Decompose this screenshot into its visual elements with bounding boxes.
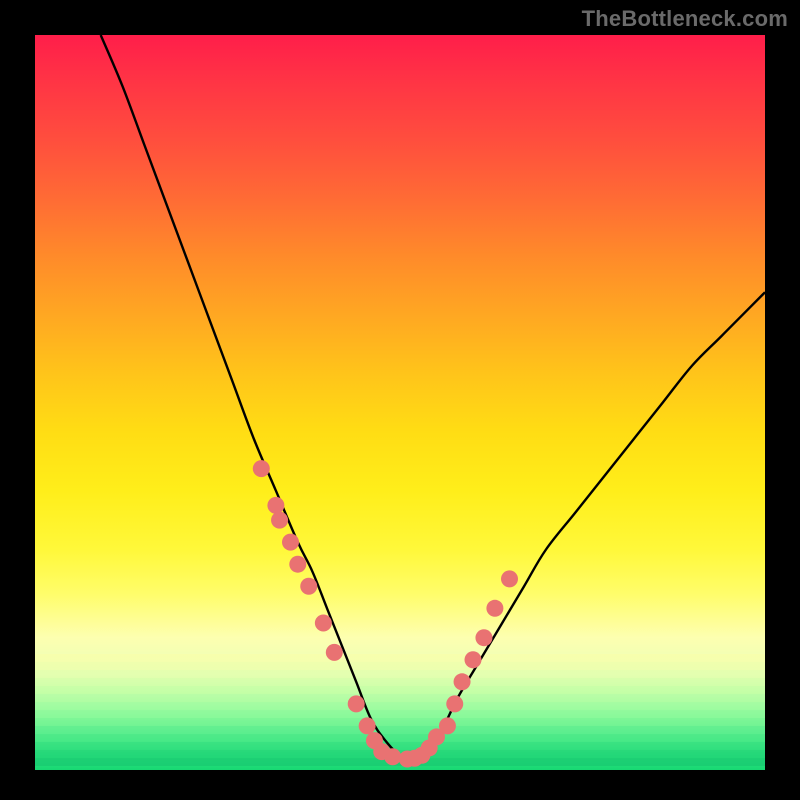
sample-dot bbox=[454, 673, 471, 690]
highlighted-dots bbox=[35, 35, 765, 770]
sample-dot bbox=[326, 644, 343, 661]
sample-dot bbox=[300, 578, 317, 595]
sample-dot bbox=[267, 497, 284, 514]
sample-dot bbox=[486, 600, 503, 617]
sample-dot bbox=[465, 651, 482, 668]
sample-dot bbox=[384, 748, 401, 765]
sample-dot bbox=[282, 534, 299, 551]
sample-dot bbox=[501, 570, 518, 587]
plot-area bbox=[35, 35, 765, 770]
attribution-label: TheBottleneck.com bbox=[582, 6, 788, 32]
dots-group bbox=[253, 460, 518, 767]
sample-dot bbox=[253, 460, 270, 477]
sample-dot bbox=[289, 556, 306, 573]
chart-container: TheBottleneck.com bbox=[0, 0, 800, 800]
sample-dot bbox=[446, 695, 463, 712]
sample-dot bbox=[475, 629, 492, 646]
sample-dot bbox=[359, 717, 376, 734]
sample-dot bbox=[315, 615, 332, 632]
sample-dot bbox=[348, 695, 365, 712]
sample-dot bbox=[271, 512, 288, 529]
sample-dot bbox=[439, 717, 456, 734]
